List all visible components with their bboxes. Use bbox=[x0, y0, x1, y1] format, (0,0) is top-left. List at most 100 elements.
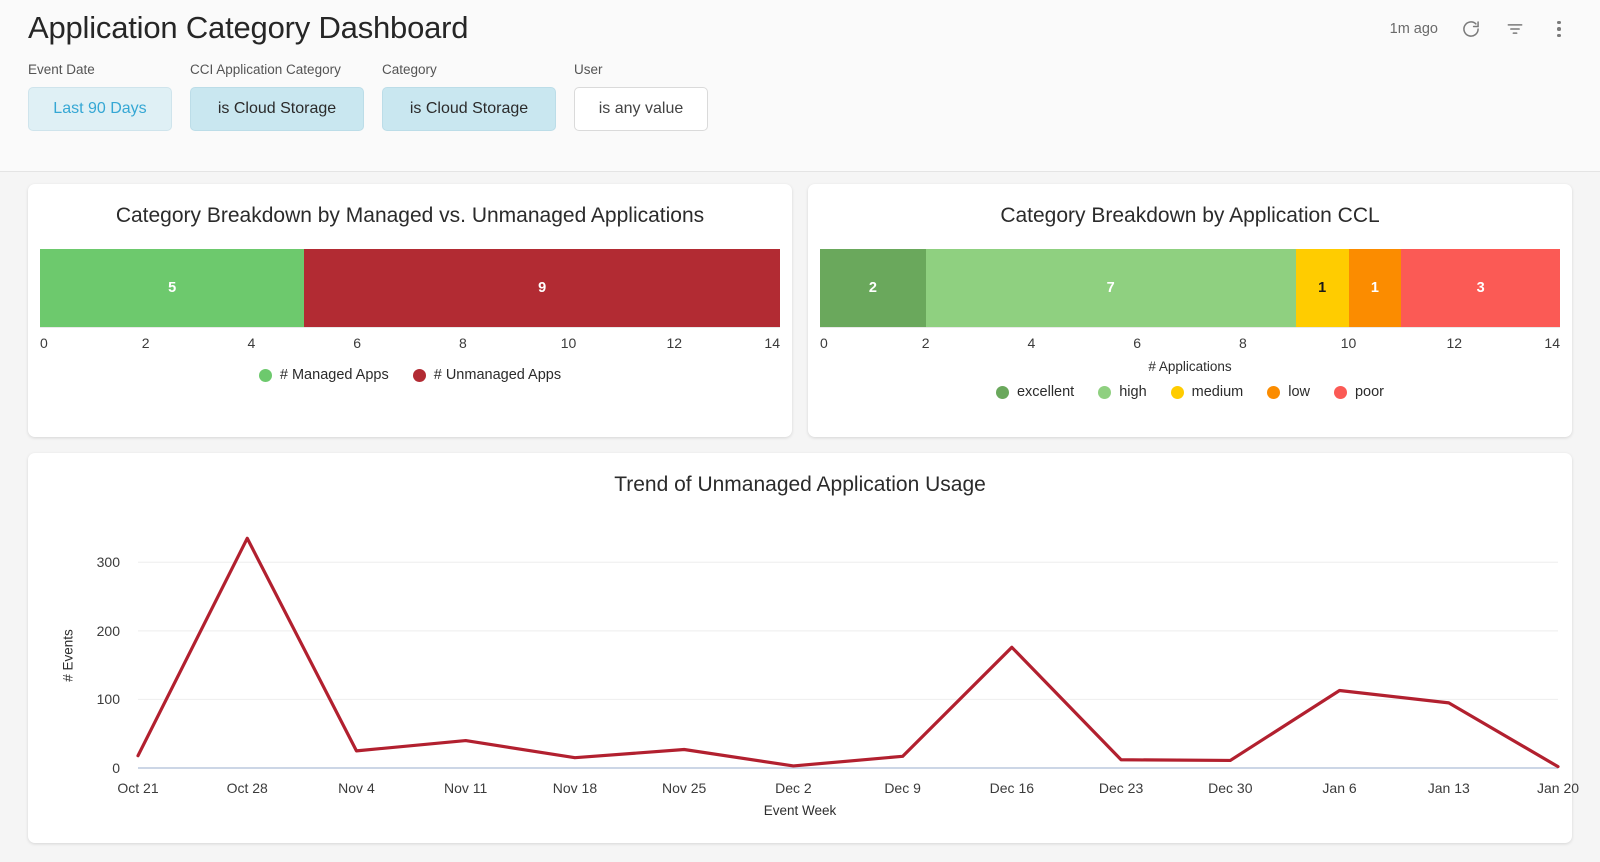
y-axis-tick: 200 bbox=[96, 622, 120, 639]
x-axis-tick: 4 bbox=[247, 335, 256, 351]
x-axis-title: Event Week bbox=[763, 803, 837, 818]
filter-value-event-date[interactable]: Last 90 Days bbox=[28, 87, 172, 131]
x-axis-tick: Nov 18 bbox=[552, 780, 598, 796]
x-axis-tick: Oct 28 bbox=[226, 780, 268, 796]
legend-item-low[interactable]: low bbox=[1267, 384, 1310, 400]
chart-area-usage-trend: # Events 0 100 200 300 Oct 21 Oct 28 Nov 4 Nov … bbox=[28, 498, 1579, 798]
legend-color-dot bbox=[1098, 385, 1112, 399]
legend-item-high[interactable]: high bbox=[1098, 384, 1147, 400]
legend-label: poor bbox=[1354, 384, 1385, 400]
x-axis-tick: Jan 20 bbox=[1536, 780, 1580, 796]
page-title: Application Category Dashboard bbox=[28, 10, 469, 45]
legend-label: excellent bbox=[1016, 384, 1075, 400]
tile-managed-vs-unmanaged: Category Breakdown by Managed vs. Unmana… bbox=[28, 184, 792, 437]
stacked-bar: 59 bbox=[40, 249, 780, 327]
x-axis-tick: Dec 30 bbox=[1208, 780, 1253, 796]
chart-legend: # Managed Apps # Unmanaged Apps bbox=[40, 367, 780, 383]
x-axis-tick: 12 bbox=[666, 335, 683, 351]
filter-event-date: Event Date Last 90 Days bbox=[28, 62, 172, 131]
line-chart-svg bbox=[136, 536, 1560, 769]
x-axis-tick: Nov 25 bbox=[661, 780, 707, 796]
bar-segment-managed-apps[interactable]: 5 bbox=[40, 249, 305, 327]
legend-color-dot bbox=[412, 368, 426, 382]
bar-segment-low[interactable]: 1 bbox=[1348, 249, 1402, 327]
bar-segment-high[interactable]: 7 bbox=[925, 249, 1296, 327]
x-axis-tick: Jan 6 bbox=[1322, 780, 1357, 796]
line-series-events[interactable] bbox=[136, 536, 1560, 769]
bar-segment-excellent[interactable]: 2 bbox=[820, 249, 926, 327]
filter-value-category[interactable]: is Cloud Storage bbox=[382, 87, 556, 131]
filter-label: Event Date bbox=[28, 62, 95, 77]
legend-label: # Managed Apps bbox=[279, 367, 389, 383]
legend-label: high bbox=[1119, 384, 1147, 400]
bar-segment-unmanaged-apps[interactable]: 9 bbox=[304, 249, 780, 327]
legend-color-dot bbox=[258, 368, 272, 382]
filter-cci-application-category: CCI Application Category is Cloud Storag… bbox=[190, 62, 364, 131]
top-tile-row: Category Breakdown by Managed vs. Unmana… bbox=[28, 184, 1572, 437]
legend-item-unmanaged-apps[interactable]: # Unmanaged Apps bbox=[412, 367, 562, 383]
x-axis-tick: 14 bbox=[1544, 335, 1560, 351]
y-axis-tick: 100 bbox=[96, 691, 120, 708]
chart-area-managed-vs-unmanaged: 59 0 2 4 6 8 10 12 14 bbox=[40, 249, 780, 357]
more-options-icon[interactable] bbox=[1548, 18, 1570, 40]
x-axis-tick: Jan 13 bbox=[1427, 780, 1470, 796]
legend-label: # Unmanaged Apps bbox=[433, 367, 562, 383]
dashboard-body: Category Breakdown by Managed vs. Unmana… bbox=[0, 172, 1600, 843]
bar-segment-medium[interactable]: 1 bbox=[1295, 249, 1349, 327]
x-axis-tick: 4 bbox=[1027, 335, 1036, 351]
filter-value-cci-application-category[interactable]: is Cloud Storage bbox=[190, 87, 364, 131]
legend-item-medium[interactable]: medium bbox=[1170, 384, 1244, 400]
tile-title: Trend of Unmanaged Application Usage bbox=[614, 473, 986, 496]
tile-title: Category Breakdown by Managed vs. Unmana… bbox=[115, 204, 705, 227]
chart-area-application-ccl: 27113 0 2 4 6 8 10 12 14 bbox=[820, 249, 1560, 357]
x-axis-tick: Dec 9 bbox=[884, 780, 921, 796]
stacked-bar: 27113 bbox=[820, 249, 1560, 327]
x-axis: 0 2 4 6 8 10 12 14 bbox=[820, 327, 1560, 357]
x-axis-tick: 14 bbox=[764, 335, 780, 351]
legend-color-dot bbox=[1333, 385, 1347, 399]
x-axis-tick: 10 bbox=[1340, 335, 1357, 351]
header-title-row: Application Category Dashboard 1m ago bbox=[0, 0, 1600, 50]
y-axis-tick: 0 bbox=[112, 760, 120, 776]
legend-label: medium bbox=[1191, 384, 1244, 400]
filter-label: User bbox=[574, 62, 603, 77]
legend-label: low bbox=[1288, 384, 1310, 400]
x-axis-title: # Applications bbox=[1148, 359, 1232, 374]
x-axis-tick: Dec 2 bbox=[775, 780, 812, 796]
x-axis-tick: 2 bbox=[921, 335, 930, 351]
filter-bar: Event Date Last 90 Days CCI Application … bbox=[0, 50, 1600, 131]
tile-title: Category Breakdown by Application CCL bbox=[1000, 204, 1380, 227]
last-updated-label: 1m ago bbox=[1389, 21, 1438, 37]
x-axis-tick: Nov 11 bbox=[444, 780, 488, 796]
filter-user: User is any value bbox=[574, 62, 708, 131]
x-axis-tick: Dec 23 bbox=[1098, 780, 1144, 796]
refresh-icon[interactable] bbox=[1460, 18, 1482, 40]
bar-segment-poor[interactable]: 3 bbox=[1401, 249, 1560, 327]
x-axis-tick: 12 bbox=[1446, 335, 1463, 351]
legend-item-excellent[interactable]: excellent bbox=[995, 384, 1075, 400]
y-axis-tick: 300 bbox=[96, 554, 120, 571]
tile-application-ccl: Category Breakdown by Application CCL 27… bbox=[808, 184, 1572, 437]
x-axis-tick: Oct 21 bbox=[117, 780, 159, 796]
x-axis-tick: 0 bbox=[40, 335, 48, 351]
filter-label: Category bbox=[382, 62, 437, 77]
x-axis-tick: 6 bbox=[353, 335, 362, 351]
x-axis-tick: 8 bbox=[1238, 335, 1247, 351]
x-axis-tick: 2 bbox=[141, 335, 150, 351]
legend-color-dot bbox=[995, 385, 1009, 399]
legend-item-poor[interactable]: poor bbox=[1333, 384, 1385, 400]
filter-icon[interactable] bbox=[1504, 18, 1526, 40]
x-axis-tick: Dec 16 bbox=[989, 780, 1035, 796]
tile-unmanaged-usage-trend: Trend of Unmanaged Application Usage # E… bbox=[28, 453, 1579, 843]
x-axis-tick: Nov 4 bbox=[338, 780, 375, 796]
x-axis-tick: 10 bbox=[560, 335, 577, 351]
chart-legend: excellent high medium low poor bbox=[820, 384, 1560, 400]
legend-color-dot bbox=[1267, 385, 1281, 399]
header-toolbar: 1m ago bbox=[1390, 18, 1570, 40]
x-axis: 0 2 4 6 8 10 12 14 bbox=[40, 327, 780, 357]
legend-item-managed-apps[interactable]: # Managed Apps bbox=[258, 367, 389, 383]
filter-value-user[interactable]: is any value bbox=[574, 87, 708, 131]
x-axis-tick: 8 bbox=[458, 335, 467, 351]
x-axis-tick: 0 bbox=[820, 335, 828, 351]
filter-label: CCI Application Category bbox=[190, 62, 341, 77]
